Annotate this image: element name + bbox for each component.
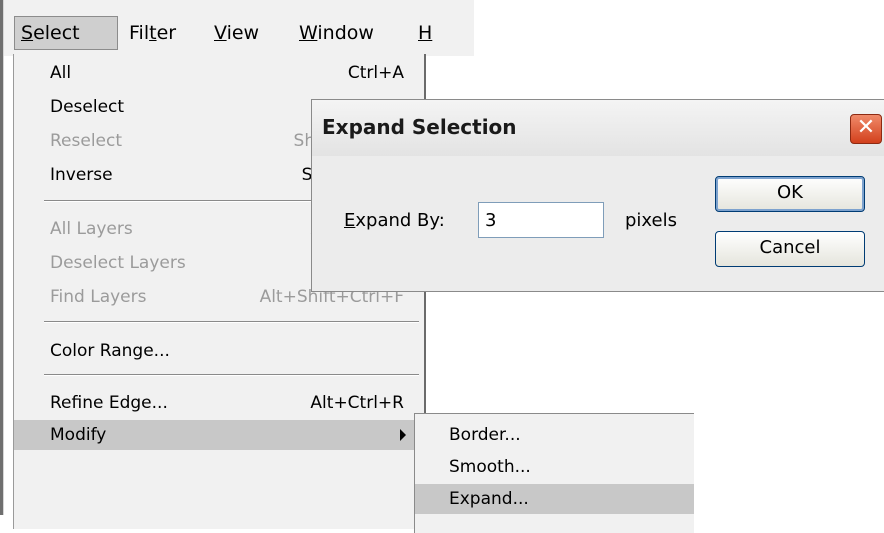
dialog-title: Expand Selection xyxy=(322,115,517,139)
menu-view-label: iew xyxy=(226,22,260,44)
expand-selection-dialog: Expand Selection ✕ Expand By: pixels OK … xyxy=(311,99,884,292)
menu-select[interactable]: Select xyxy=(14,16,118,50)
submenu-arrow-icon xyxy=(400,429,406,441)
menu-item-modify[interactable]: Modify xyxy=(14,420,424,450)
submenu-item-label: Expand... xyxy=(449,489,529,509)
menu-filter-accel: t xyxy=(149,22,157,44)
menu-item-label: Color Range... xyxy=(50,341,170,361)
submenu-item-label: Border... xyxy=(449,425,521,445)
expand-by-text: xpand By: xyxy=(355,210,445,231)
menu-separator xyxy=(44,374,419,376)
menu-filter-rest: er xyxy=(156,22,177,44)
close-icon[interactable]: ✕ xyxy=(850,114,882,144)
menu-item-label: Deselect xyxy=(50,97,125,117)
submenu-item-border[interactable]: Border... xyxy=(415,420,694,450)
menubar: Select Filter View Window H xyxy=(4,0,474,56)
cancel-button[interactable]: Cancel xyxy=(715,231,865,267)
menu-item-shortcut: Alt+Ctrl+R xyxy=(310,393,404,413)
menu-item-shortcut: Ctrl+A xyxy=(347,63,404,83)
menu-view-accel: V xyxy=(214,22,227,44)
menu-item-label: Modify xyxy=(50,425,107,445)
menu-help-accel: H xyxy=(418,22,433,44)
menu-window-accel: W xyxy=(299,22,318,44)
expand-by-label: Expand By: xyxy=(344,210,445,231)
window-edge-highlight xyxy=(3,0,4,515)
submenu-item-smooth[interactable]: Smooth... xyxy=(415,452,694,482)
menu-item-label: Find Layers xyxy=(50,287,147,307)
menu-select-accel: S xyxy=(21,22,34,44)
menu-window[interactable]: Window xyxy=(293,16,380,50)
modify-submenu: Border... Smooth... Expand... xyxy=(414,413,694,533)
ok-button[interactable]: OK xyxy=(715,176,865,212)
menu-select-label: elect xyxy=(33,22,80,44)
menu-window-label: indow xyxy=(317,22,374,44)
menu-view[interactable]: View xyxy=(208,16,265,50)
menu-help[interactable]: H xyxy=(412,16,438,50)
unit-label: pixels xyxy=(625,210,677,231)
expand-by-input[interactable] xyxy=(478,202,604,238)
menu-item-label: Deselect Layers xyxy=(50,253,186,273)
submenu-item-label: Smooth... xyxy=(449,457,531,477)
menu-filter-pre: Fil xyxy=(129,22,150,44)
menu-item-label: Inverse xyxy=(50,165,113,185)
submenu-item-expand[interactable]: Expand... xyxy=(415,484,694,514)
menu-item-label: All xyxy=(50,63,72,83)
menu-item-label: All Layers xyxy=(50,219,133,239)
menu-item-label: Reselect xyxy=(50,131,123,151)
menu-item-label: Refine Edge... xyxy=(50,393,168,413)
menu-filter[interactable]: Filter xyxy=(123,16,182,50)
menu-item-all[interactable]: All Ctrl+A xyxy=(14,58,424,88)
dialog-titlebar[interactable]: Expand Selection ✕ xyxy=(312,100,884,156)
expand-by-accel: E xyxy=(344,210,356,231)
menu-item-refine-edge[interactable]: Refine Edge... Alt+Ctrl+R xyxy=(14,388,424,418)
menu-separator xyxy=(44,321,419,323)
menu-item-color-range[interactable]: Color Range... xyxy=(14,336,424,366)
